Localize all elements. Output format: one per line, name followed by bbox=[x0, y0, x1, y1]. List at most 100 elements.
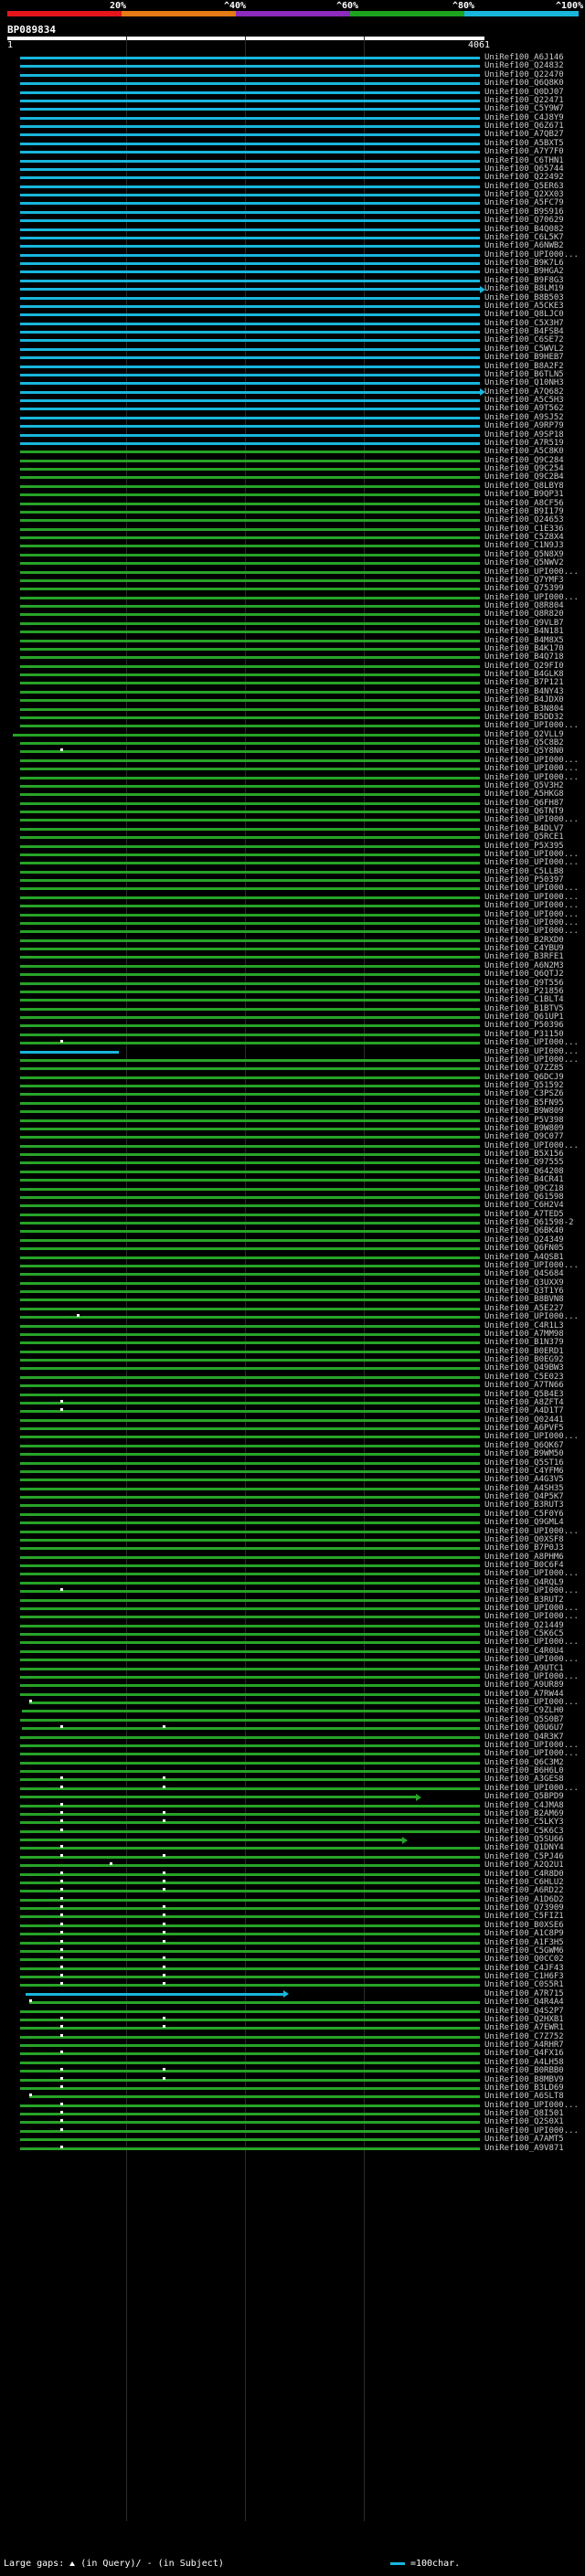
hit-bar[interactable] bbox=[20, 1359, 480, 1362]
hit-bar[interactable] bbox=[20, 1341, 480, 1345]
hit-bar[interactable] bbox=[20, 1984, 480, 1988]
hit-bar[interactable] bbox=[20, 981, 480, 985]
hit-bar[interactable] bbox=[20, 202, 480, 206]
hit-bar[interactable] bbox=[20, 365, 480, 368]
hit-bar[interactable] bbox=[20, 553, 480, 557]
hit-bar[interactable] bbox=[20, 1350, 480, 1353]
hit-bar[interactable] bbox=[20, 588, 480, 591]
hit-bar[interactable] bbox=[20, 1479, 480, 1482]
hit-bar[interactable] bbox=[20, 1976, 480, 1978]
hit-label[interactable]: UniRef100_Q8LJC0 bbox=[484, 311, 564, 319]
hit-bar[interactable] bbox=[20, 408, 480, 411]
hit-bar[interactable] bbox=[20, 1512, 480, 1516]
hit-bar[interactable] bbox=[22, 1710, 480, 1713]
hit-bar[interactable] bbox=[20, 1487, 480, 1490]
hit-bar[interactable] bbox=[20, 1573, 480, 1576]
hit-bar[interactable] bbox=[20, 108, 480, 111]
hit-bar[interactable] bbox=[20, 1453, 480, 1457]
hit-bar[interactable] bbox=[20, 707, 480, 711]
hit-bar[interactable] bbox=[20, 1915, 480, 1919]
hit-label[interactable]: UniRef100_A5C8K0 bbox=[484, 448, 564, 456]
hit-bar[interactable] bbox=[20, 545, 480, 548]
hit-bar[interactable] bbox=[20, 1659, 480, 1662]
hit-bar[interactable] bbox=[20, 1598, 480, 1602]
hit-label[interactable]: UniRef100_UPI000... bbox=[484, 902, 579, 910]
hit-bar[interactable] bbox=[20, 1684, 480, 1688]
hit-label[interactable]: UniRef100_Q0CC02 bbox=[484, 1956, 564, 1964]
hit-bar[interactable] bbox=[20, 2113, 480, 2115]
hit-bar[interactable] bbox=[20, 116, 480, 120]
hit-bar[interactable] bbox=[20, 399, 480, 402]
hit-bar[interactable] bbox=[20, 1804, 480, 1807]
hit-label[interactable]: UniRef100_A7Y7F0 bbox=[484, 148, 564, 156]
hit-label[interactable]: UniRef100_A9UR89 bbox=[484, 1681, 564, 1690]
hit-bar[interactable] bbox=[20, 1085, 480, 1087]
hit-label[interactable]: UniRef100_B9QP31 bbox=[484, 491, 564, 499]
hit-bar[interactable] bbox=[20, 159, 480, 163]
hit-bar[interactable] bbox=[20, 1718, 480, 1722]
hit-bar[interactable] bbox=[20, 1290, 480, 1293]
hit-label[interactable]: UniRef100_A2Q2U1 bbox=[484, 1861, 564, 1870]
hit-label[interactable]: UniRef100_B4Q718 bbox=[484, 653, 564, 662]
hit-bar[interactable] bbox=[20, 990, 480, 993]
hit-bar[interactable] bbox=[20, 1590, 480, 1594]
hit-bar[interactable] bbox=[20, 219, 480, 223]
hit-bar[interactable] bbox=[20, 811, 480, 813]
hit-bar[interactable] bbox=[20, 1881, 480, 1884]
hit-bar[interactable] bbox=[20, 1855, 480, 1859]
hit-bar[interactable] bbox=[20, 90, 480, 94]
hit-bar[interactable] bbox=[20, 2070, 480, 2073]
hit-bar[interactable] bbox=[20, 1444, 480, 1447]
hit-bar[interactable] bbox=[20, 973, 480, 977]
hit-label[interactable]: UniRef100_Q4R4A4 bbox=[484, 1998, 564, 2007]
hit-bar[interactable] bbox=[20, 956, 480, 959]
hit-bar[interactable] bbox=[29, 2001, 480, 2005]
hit-bar[interactable] bbox=[20, 639, 480, 642]
hit-bar[interactable] bbox=[20, 373, 480, 376]
hit-bar[interactable] bbox=[20, 2078, 480, 2082]
hit-bar[interactable] bbox=[20, 656, 480, 660]
hit-bar[interactable] bbox=[20, 1256, 480, 1259]
hit-bar[interactable] bbox=[20, 836, 480, 840]
hit-bar[interactable] bbox=[20, 844, 480, 848]
hit-bar[interactable] bbox=[20, 2027, 480, 2030]
hit-bar[interactable] bbox=[20, 1933, 480, 1936]
hit-bar[interactable] bbox=[20, 1179, 480, 1182]
hit-bar[interactable] bbox=[20, 1778, 480, 1782]
hit-bar[interactable] bbox=[20, 73, 480, 77]
hit-bar[interactable] bbox=[20, 245, 480, 249]
hit-bar[interactable] bbox=[20, 1299, 480, 1302]
hit-bar[interactable] bbox=[20, 784, 480, 788]
hit-label[interactable]: UniRef100_Q7ZZ85 bbox=[484, 1065, 564, 1073]
hit-bar[interactable] bbox=[20, 176, 480, 180]
hit-label[interactable]: UniRef100_Q10NH3 bbox=[484, 379, 564, 387]
hit-bar[interactable] bbox=[20, 313, 480, 317]
hit-label[interactable]: UniRef100_UPI000... bbox=[484, 722, 579, 730]
hit-bar[interactable] bbox=[20, 57, 480, 59]
hit-bar[interactable] bbox=[20, 82, 480, 86]
hit-bar[interactable] bbox=[20, 1161, 480, 1165]
hit-bar[interactable] bbox=[20, 1324, 480, 1328]
hit-bar[interactable] bbox=[20, 827, 480, 831]
hit-label[interactable]: UniRef100_Q9C077 bbox=[484, 1133, 564, 1141]
hit-bar[interactable] bbox=[20, 451, 480, 454]
hit-bar[interactable] bbox=[20, 1076, 480, 1079]
hit-bar[interactable] bbox=[20, 2052, 480, 2056]
hit-bar[interactable] bbox=[20, 459, 480, 462]
hit-bar[interactable] bbox=[20, 948, 480, 950]
hit-label[interactable]: UniRef100_B4CR41 bbox=[484, 1176, 564, 1184]
hit-bar[interactable] bbox=[20, 1067, 480, 1071]
hit-bar[interactable] bbox=[20, 270, 480, 274]
hit-label[interactable]: UniRef100_C5Y9W7 bbox=[484, 105, 564, 113]
hit-bar[interactable] bbox=[20, 1496, 480, 1499]
hit-bar[interactable] bbox=[20, 382, 480, 386]
hit-bar[interactable] bbox=[20, 441, 480, 445]
hit-bar[interactable] bbox=[20, 142, 480, 145]
hit-bar[interactable] bbox=[20, 2035, 480, 2039]
hit-label[interactable]: UniRef100_A4D1T7 bbox=[484, 1407, 564, 1415]
hit-bar[interactable] bbox=[20, 1770, 480, 1773]
hit-bar[interactable] bbox=[20, 1907, 480, 1910]
hit-bar[interactable] bbox=[20, 527, 480, 531]
hit-bar[interactable] bbox=[20, 1427, 480, 1430]
hit-bar[interactable] bbox=[20, 167, 480, 171]
